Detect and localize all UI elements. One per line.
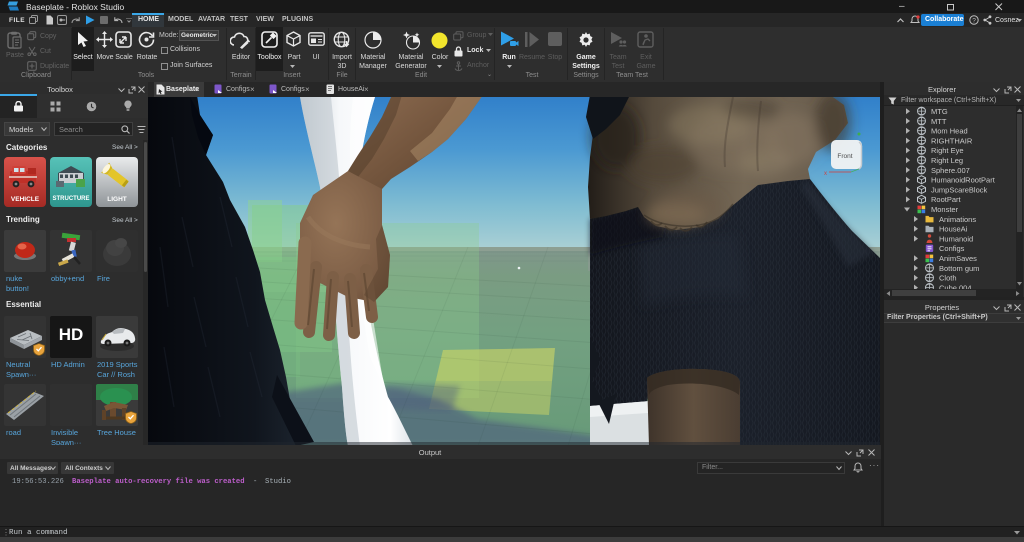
svg-text:Configs: Configs — [939, 244, 965, 253]
svg-text:Sphere.007: Sphere.007 — [931, 166, 970, 175]
svg-text:Animations: Animations — [939, 215, 976, 224]
svg-text:MTT: MTT — [931, 117, 947, 126]
svg-text:x: x — [824, 171, 827, 177]
svg-text:Right Leg: Right Leg — [931, 156, 963, 165]
svg-text:Cloth: Cloth — [939, 274, 957, 283]
svg-text:MTG: MTG — [931, 107, 948, 116]
svg-text:Mom Head: Mom Head — [931, 127, 968, 136]
svg-text:Bottom gum: Bottom gum — [939, 264, 979, 273]
svg-text:Front: Front — [837, 153, 852, 160]
svg-text:RIGHTHAIR: RIGHTHAIR — [931, 136, 973, 145]
svg-text:?: ? — [972, 17, 976, 24]
svg-text:Monster: Monster — [931, 205, 959, 214]
svg-text:Right Eye: Right Eye — [931, 146, 964, 155]
svg-text:Humanoid: Humanoid — [939, 234, 973, 243]
svg-text:AnimSaves: AnimSaves — [939, 254, 977, 263]
svg-text:JumpScareBlock: JumpScareBlock — [931, 185, 988, 194]
svg-text:HumanoidRootPart: HumanoidRootPart — [931, 176, 996, 185]
svg-text:HouseAi: HouseAi — [939, 225, 968, 234]
svg-text:RootPart: RootPart — [931, 195, 962, 204]
